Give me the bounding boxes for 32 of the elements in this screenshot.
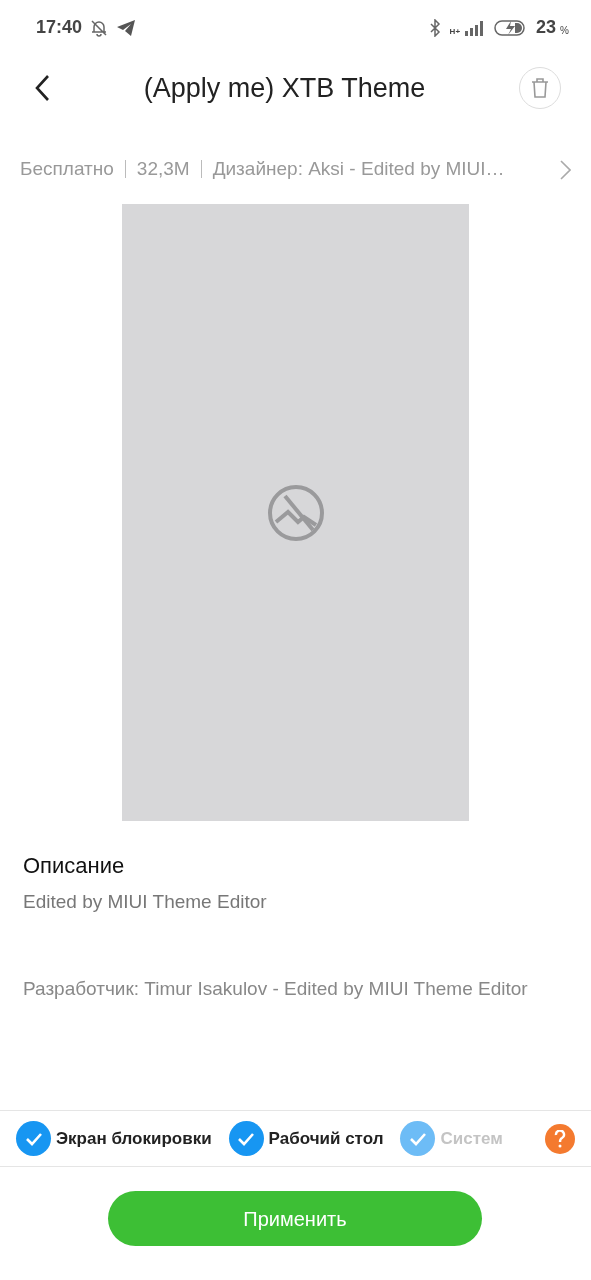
muted-bell-icon [90, 18, 109, 37]
battery-level: 23 [536, 16, 557, 39]
back-icon [34, 74, 50, 102]
description-text: Edited by MIUI Theme Editor [23, 890, 268, 914]
page-title: (Apply me) XTB Theme [143, 71, 426, 105]
percent-sign: % [560, 24, 569, 38]
bluetooth-icon [427, 18, 442, 37]
network-type: H+ [449, 27, 461, 36]
apply-button[interactable]: Применить [108, 1191, 482, 1246]
developer-text: Разработчик: Timur Isakulov - Edited by MIUI Theme Editor [23, 976, 529, 1001]
meta-info: Дизайнер: Aksi - Edited by MIUI… [212, 156, 505, 181]
checkbox[interactable] [16, 1121, 51, 1156]
checkbox[interactable] [228, 1121, 264, 1156]
checkmark-icon [24, 1131, 43, 1146]
delete-button[interactable] [519, 67, 561, 109]
broken-image-icon [266, 483, 325, 542]
help-button[interactable] [545, 1124, 575, 1154]
meta-info: 32,3M [136, 156, 190, 181]
meta-info: Бесплатно [20, 156, 114, 181]
help-icon [554, 1130, 566, 1148]
paper-plane-icon [116, 18, 137, 37]
component-label: Экран блокировки [56, 1127, 212, 1150]
back-button[interactable] [34, 74, 50, 102]
chevron-right-icon[interactable] [560, 159, 571, 180]
component-label: Рабочий стол [268, 1127, 384, 1150]
trash-icon [530, 77, 550, 99]
checkmark-icon [237, 1131, 256, 1146]
clock: 17:40 [36, 16, 83, 39]
component-label: Систем [440, 1127, 503, 1150]
checkmark-icon [408, 1131, 427, 1146]
description-heading: Описание [23, 852, 126, 880]
checkbox[interactable] [400, 1121, 436, 1156]
